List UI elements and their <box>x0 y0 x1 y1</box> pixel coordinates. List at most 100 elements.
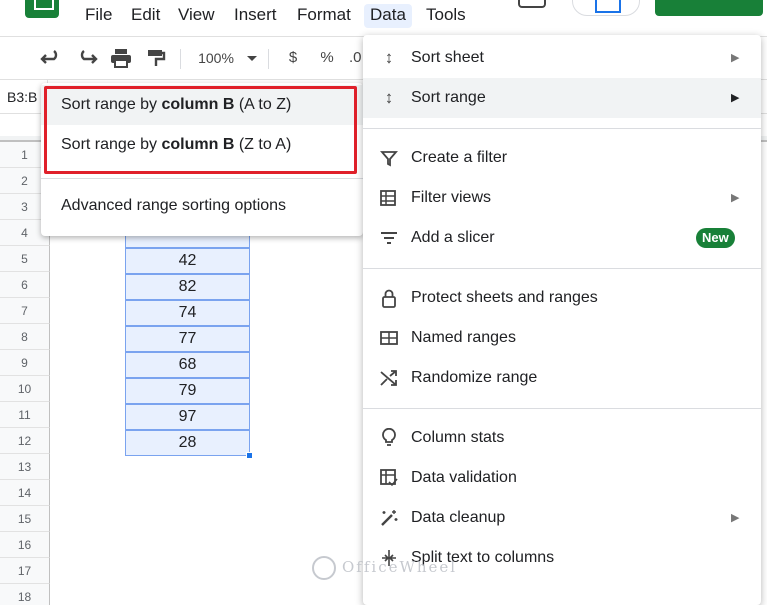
cell[interactable]: 74 <box>125 300 250 326</box>
menu-item-label: Sort sheet <box>411 49 484 66</box>
cell[interactable]: 77 <box>125 326 250 352</box>
cell[interactable]: 42 <box>125 248 250 274</box>
sort-icon: ↕ <box>384 48 394 67</box>
sort-range-z-to-a[interactable]: Sort range by column B (Z to A) <box>41 125 363 165</box>
menu-data[interactable]: Data <box>364 4 412 28</box>
sort-range-a-to-z[interactable]: Sort range by column B (A to Z) <box>41 85 363 125</box>
shuffle-icon <box>380 370 397 386</box>
row-header[interactable]: 5 <box>0 246 50 272</box>
menu-edit[interactable]: Edit <box>125 4 166 28</box>
lock-icon <box>382 289 396 308</box>
filter-icon <box>380 151 398 167</box>
row-header[interactable]: 9 <box>0 350 50 376</box>
menu-divider <box>363 408 761 409</box>
menu-item-label: Data validation <box>411 469 517 486</box>
row-header[interactable]: 11 <box>0 402 50 428</box>
menu-item-column-stats[interactable]: Column stats <box>363 418 761 458</box>
slicer-icon <box>381 232 397 244</box>
menu-item-label: Filter views <box>411 189 492 206</box>
comment-icon[interactable] <box>518 0 546 8</box>
cell[interactable]: 68 <box>125 352 250 378</box>
menu-file[interactable]: File <box>79 4 118 28</box>
row-header[interactable]: 8 <box>0 324 50 350</box>
watermark-logo-icon <box>312 556 336 580</box>
menu-item-label: Data cleanup <box>411 509 506 526</box>
data-validation-icon <box>380 469 398 487</box>
sheets-logo-icon[interactable] <box>25 0 59 18</box>
toolbar-divider <box>268 49 269 69</box>
sort-az-column: column B <box>161 96 235 113</box>
menu-item-create-filter[interactable]: Create a filter <box>363 138 761 178</box>
menu-bar: File Edit View Insert Format Data Tools <box>0 0 767 32</box>
new-badge: New <box>696 228 735 248</box>
decrease-decimal-button[interactable]: .0 <box>349 45 363 71</box>
menu-item-label: Named ranges <box>411 329 516 346</box>
cell[interactable]: 97 <box>125 404 250 430</box>
sort-za-prefix: Sort range by <box>61 136 162 153</box>
redo-icon[interactable] <box>76 49 98 75</box>
menu-item-randomize-range[interactable]: Randomize range <box>363 358 761 398</box>
menu-item-named-ranges[interactable]: Named ranges <box>363 318 761 358</box>
chevron-right-icon: ▶ <box>731 52 740 64</box>
menu-item-protect-sheets[interactable]: Protect sheets and ranges <box>363 278 761 318</box>
row-header[interactable]: 12 <box>0 428 50 454</box>
share-button[interactable] <box>655 0 763 16</box>
submenu-divider <box>41 178 363 179</box>
sort-za-column: column B <box>161 136 235 153</box>
row-header[interactable]: 16 <box>0 532 50 558</box>
menu-item-sort-range[interactable]: ↕ Sort range ▶ <box>363 78 761 118</box>
zoom-select[interactable]: 100% <box>192 45 240 71</box>
menu-item-label: Randomize range <box>411 369 538 386</box>
percent-format-button[interactable]: % <box>318 45 336 71</box>
row-header[interactable]: 18 <box>0 584 50 605</box>
currency-format-button[interactable]: $ <box>284 45 302 71</box>
row-header[interactable]: 17 <box>0 558 50 584</box>
menu-view[interactable]: View <box>172 4 221 28</box>
menu-item-sort-sheet[interactable]: ↕ Sort sheet ▶ <box>363 38 761 78</box>
paint-format-icon[interactable] <box>146 48 166 74</box>
sort-az-prefix: Sort range by <box>61 96 162 113</box>
menu-insert[interactable]: Insert <box>228 4 283 28</box>
watermark-logo: OfficeWheel <box>312 552 457 582</box>
advanced-range-sorting-options[interactable]: Advanced range sorting options <box>41 186 363 226</box>
cell[interactable]: 28 <box>125 430 250 456</box>
filter-views-icon <box>380 190 396 206</box>
chevron-right-icon: ▶ <box>731 192 740 204</box>
magic-wand-icon <box>381 510 398 526</box>
menu-tools[interactable]: Tools <box>420 4 472 28</box>
watermark-text: OfficeWheel <box>342 558 458 576</box>
menu-item-data-validation[interactable]: Data validation <box>363 458 761 498</box>
row-header[interactable]: 7 <box>0 298 50 324</box>
menu-divider <box>363 268 761 269</box>
row-header[interactable]: 10 <box>0 376 50 402</box>
menu-item-label: Add a slicer <box>411 229 495 246</box>
sort-icon: ↕ <box>384 88 394 107</box>
menu-divider <box>363 128 761 129</box>
cell[interactable]: 79 <box>125 378 250 404</box>
row-header[interactable]: 15 <box>0 506 50 532</box>
toolbar-divider <box>180 49 181 69</box>
selection-fill-handle[interactable] <box>246 452 253 459</box>
chevron-right-icon: ▶ <box>731 92 740 104</box>
meet-button[interactable] <box>572 0 640 16</box>
sort-az-suffix: (A to Z) <box>234 96 292 113</box>
chevron-down-icon[interactable] <box>246 55 258 81</box>
named-ranges-icon <box>380 331 398 345</box>
sort-za-suffix: (Z to A) <box>234 136 292 153</box>
menu-item-data-cleanup[interactable]: Data cleanup ▶ <box>363 498 761 538</box>
menu-item-filter-views[interactable]: Filter views ▶ <box>363 178 761 218</box>
row-header[interactable]: 14 <box>0 480 50 506</box>
menu-item-add-slicer[interactable]: Add a slicer New <box>363 218 761 258</box>
row-header[interactable]: 6 <box>0 272 50 298</box>
undo-icon[interactable] <box>40 49 62 75</box>
print-icon[interactable] <box>110 48 132 74</box>
sort-range-submenu: Sort range by column B (A to Z) Sort ran… <box>41 83 363 236</box>
row-header[interactable]: 13 <box>0 454 50 480</box>
menu-item-label: Column stats <box>411 429 505 446</box>
data-menu: ↕ Sort sheet ▶ ↕ Sort range ▶ Create a f… <box>363 35 761 605</box>
menu-item-label: Sort range <box>411 89 486 106</box>
menu-item-label: Create a filter <box>411 149 508 166</box>
menu-format[interactable]: Format <box>291 4 357 28</box>
cell[interactable]: 82 <box>125 274 250 300</box>
lightbulb-icon <box>382 428 396 446</box>
